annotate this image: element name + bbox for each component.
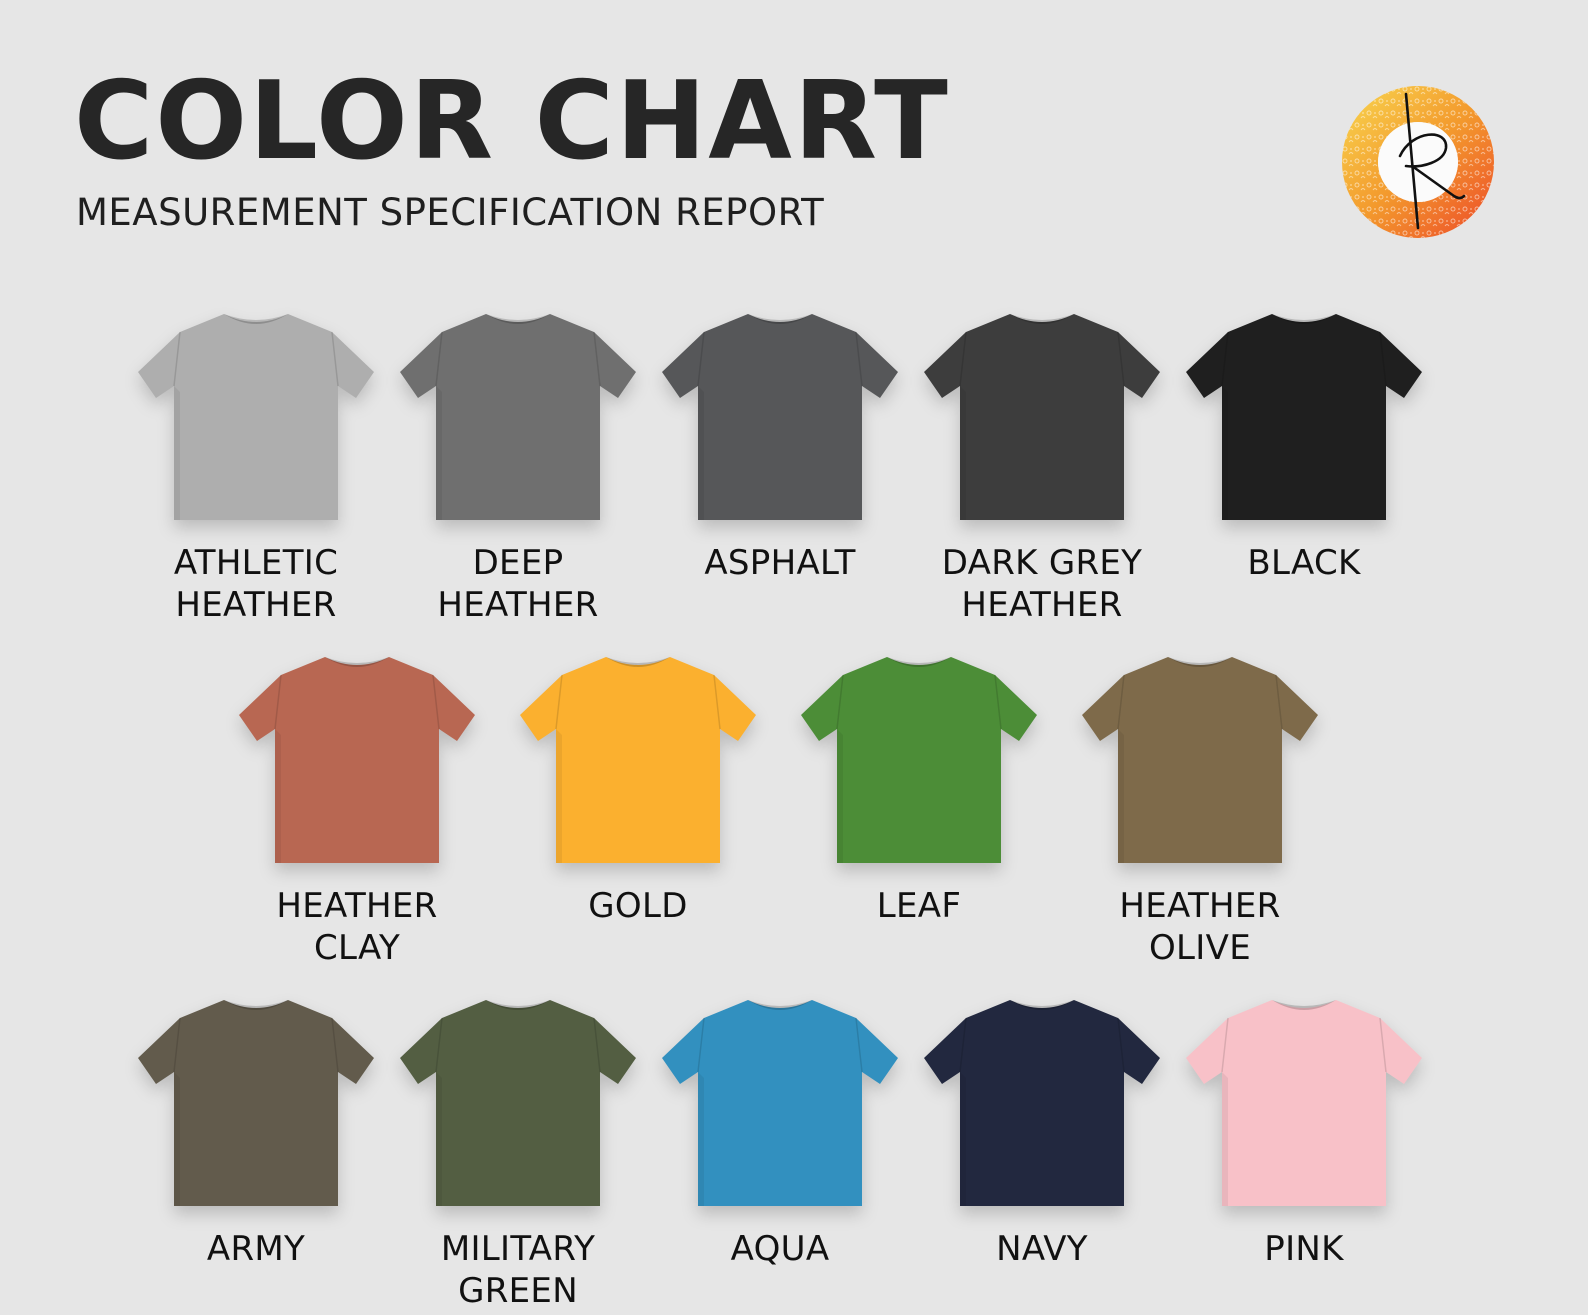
- tshirt-icon: [1082, 657, 1318, 863]
- tshirt-icon: [239, 657, 475, 863]
- swatch-label: HEATHER CLAY: [276, 886, 438, 968]
- tshirt-icon: [1186, 1000, 1422, 1206]
- swatch-label: DEEP HEATHER: [437, 543, 599, 625]
- page-subtitle: MEASUREMENT SPECIFICATION REPORT: [76, 191, 825, 234]
- r-monogram-logo: [1342, 86, 1494, 238]
- color-chart-page: COLOR CHART MEASUREMENT SPECIFICATION RE…: [0, 0, 1588, 1315]
- swatch-label: HEATHER OLIVE: [1119, 886, 1281, 968]
- color-swatch: HEATHER OLIVE: [1069, 643, 1331, 969]
- tshirt-icon: [801, 657, 1037, 863]
- color-swatch: PINK: [1173, 986, 1435, 1270]
- swatch-label: ASPHALT: [704, 543, 856, 583]
- color-swatch: AQUA: [649, 986, 911, 1270]
- color-swatch: BLACK: [1173, 300, 1435, 584]
- tshirt-icon: [138, 314, 374, 520]
- color-swatch: MILITARY GREEN: [387, 986, 649, 1312]
- tshirt-icon: [138, 1000, 374, 1206]
- swatch-label: LEAF: [876, 886, 962, 926]
- swatch-label: DARK GREY HEATHER: [941, 543, 1143, 625]
- tshirt-icon: [520, 657, 756, 863]
- tshirt-icon: [924, 314, 1160, 520]
- color-swatch: DEEP HEATHER: [387, 300, 649, 626]
- color-swatch: DARK GREY HEATHER: [911, 300, 1173, 626]
- tshirt-icon: [662, 1000, 898, 1206]
- swatch-label: MILITARY GREEN: [440, 1229, 596, 1311]
- swatch-label: AQUA: [730, 1229, 830, 1269]
- swatch-label: ATHLETIC HEATHER: [173, 543, 339, 625]
- swatch-label: GOLD: [588, 886, 688, 926]
- tshirt-icon: [400, 1000, 636, 1206]
- color-swatch: ARMY: [125, 986, 387, 1270]
- tshirt-icon: [1186, 314, 1422, 520]
- color-swatch: NAVY: [911, 986, 1173, 1270]
- color-swatch: HEATHER CLAY: [226, 643, 488, 969]
- color-swatch: ASPHALT: [649, 300, 911, 584]
- tshirt-icon: [662, 314, 898, 520]
- tshirt-icon: [924, 1000, 1160, 1206]
- tshirt-icon: [400, 314, 636, 520]
- color-swatch: GOLD: [507, 643, 769, 927]
- color-swatch: ATHLETIC HEATHER: [125, 300, 387, 626]
- swatch-label: ARMY: [206, 1229, 306, 1269]
- swatch-label: NAVY: [996, 1229, 1088, 1269]
- swatch-label: BLACK: [1247, 543, 1361, 583]
- swatch-label: PINK: [1264, 1229, 1344, 1269]
- color-swatch: LEAF: [788, 643, 1050, 927]
- page-title: COLOR CHART: [74, 59, 950, 184]
